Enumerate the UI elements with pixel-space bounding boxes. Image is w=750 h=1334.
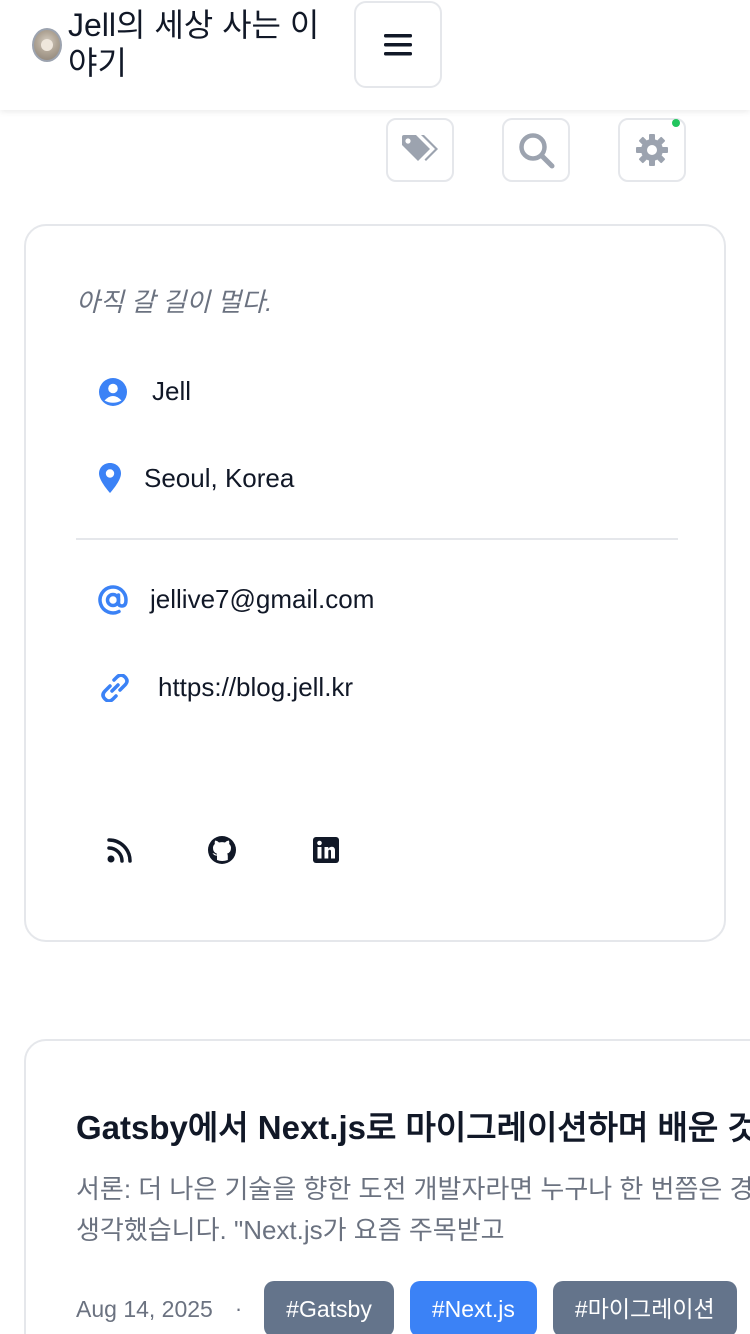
- post-excerpt-line: 서론: 더 나은 기술을 향한 도전 개발자라면 누구나 한 번쯤은 경: [76, 1174, 750, 1204]
- top-header: Jell의 세상 사는 이야기: [0, 0, 750, 110]
- profile-location: Seoul, Korea: [144, 462, 295, 493]
- github-link[interactable]: [206, 834, 238, 866]
- meta-separator: ·: [234, 1296, 243, 1321]
- post-excerpt-line: 생각했습니다. "Next.js가 요즘 주목받고: [76, 1215, 505, 1245]
- profile-name-row: Jell: [98, 376, 191, 407]
- rss-icon: [107, 838, 132, 863]
- post-date: Aug 14, 2025: [76, 1295, 213, 1322]
- profile-email-row[interactable]: jellive7@gmail.com: [98, 584, 374, 615]
- map-pin-icon: [98, 462, 122, 494]
- at-sign-icon: [98, 584, 128, 615]
- avatar[interactable]: [32, 28, 62, 62]
- menu-button[interactable]: [354, 1, 442, 88]
- rss-link[interactable]: [104, 834, 136, 866]
- user-circle-icon: [98, 377, 128, 407]
- profile-location-row: Seoul, Korea: [98, 462, 294, 494]
- search-button[interactable]: [502, 118, 570, 182]
- divider: [76, 538, 678, 540]
- tags-button[interactable]: [386, 118, 454, 182]
- tag-migration[interactable]: #마이그레이션: [552, 1281, 737, 1334]
- site-title[interactable]: Jell의 세상 사는 이야기: [68, 6, 338, 82]
- post-excerpt: 서론: 더 나은 기술을 향한 도전 개발자라면 누구나 한 번쯤은 경 생각했…: [76, 1169, 750, 1251]
- search-icon: [519, 133, 555, 169]
- post-card[interactable]: Gatsby에서 Next.js로 마이그레이션하며 배운 것 서론: 더 나은…: [24, 1039, 750, 1334]
- status-indicator: [672, 119, 680, 127]
- tag-nextjs[interactable]: #Next.js: [409, 1281, 537, 1334]
- github-icon: [208, 836, 236, 864]
- profile-website[interactable]: https://blog.jell.kr: [158, 672, 353, 703]
- linkedin-icon: [313, 837, 339, 863]
- profile-website-row[interactable]: https://blog.jell.kr: [98, 672, 353, 703]
- profile-name: Jell: [152, 376, 192, 406]
- profile-email[interactable]: jellive7@gmail.com: [150, 584, 374, 615]
- profile-bio: 아직 갈 길이 멀다.: [76, 287, 273, 317]
- post-meta: Aug 14, 2025 · #Gatsby #Next.js #마이그레이션: [76, 1281, 750, 1334]
- post-title[interactable]: Gatsby에서 Next.js로 마이그레이션하며 배운 것: [76, 1101, 750, 1149]
- tag-icon: [402, 135, 438, 161]
- gear-icon: [636, 134, 668, 166]
- profile-card: 아직 갈 길이 멀다. Jell Seoul, Korea jellive7@g…: [24, 224, 726, 942]
- settings-button[interactable]: [618, 118, 686, 182]
- tag-gatsby[interactable]: #Gatsby: [264, 1281, 394, 1334]
- link-icon: [98, 673, 132, 702]
- linkedin-link[interactable]: [310, 834, 342, 866]
- hamburger-icon: [384, 33, 412, 55]
